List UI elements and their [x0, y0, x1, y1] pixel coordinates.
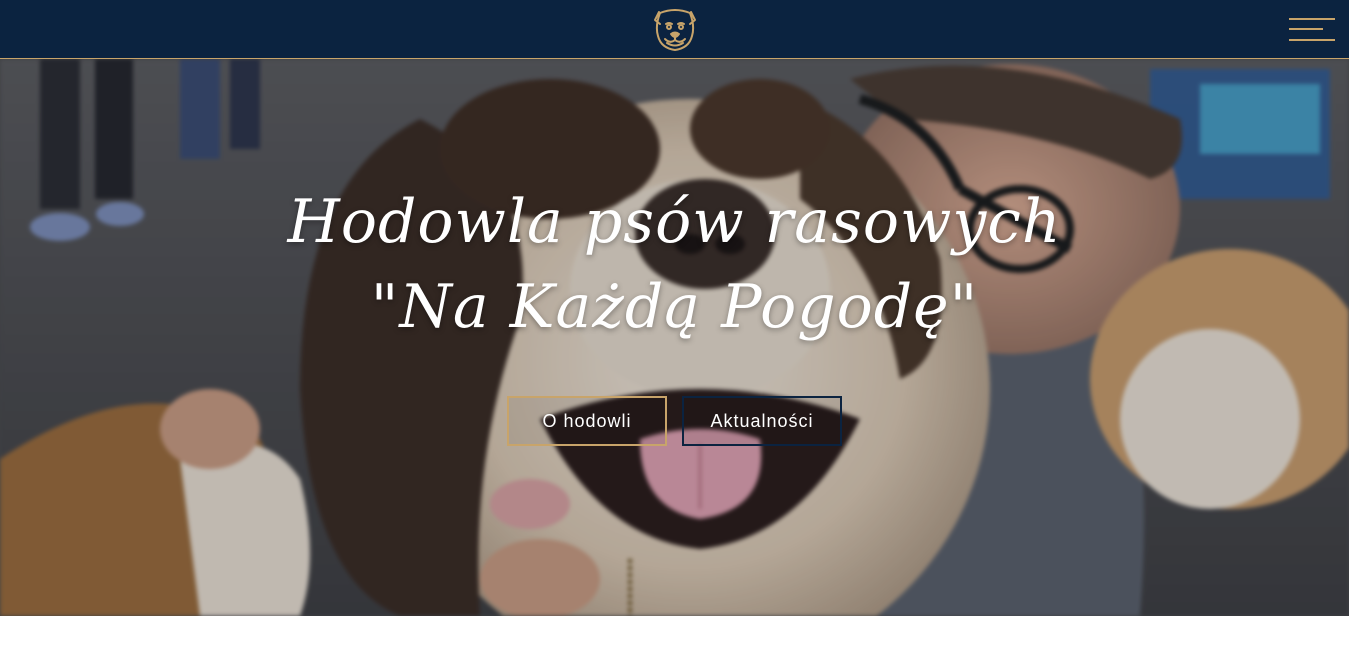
menu-line — [1289, 28, 1323, 30]
bulldog-logo-icon[interactable] — [651, 6, 699, 52]
about-kennel-button[interactable]: O hodowli — [507, 396, 667, 446]
hero-title-line2: "Na Każdą Pogodę" — [370, 272, 979, 342]
menu-line — [1289, 18, 1335, 20]
news-button[interactable]: Aktualności — [682, 396, 842, 446]
top-navbar — [0, 0, 1349, 59]
hamburger-menu-icon[interactable] — [1287, 17, 1335, 43]
hero-title-line1: Hodowla psów rasowych — [287, 187, 1062, 257]
hero-section: Hodowla psów rasowych "Na Każdą Pogodę" … — [0, 59, 1349, 616]
menu-line — [1289, 39, 1335, 41]
